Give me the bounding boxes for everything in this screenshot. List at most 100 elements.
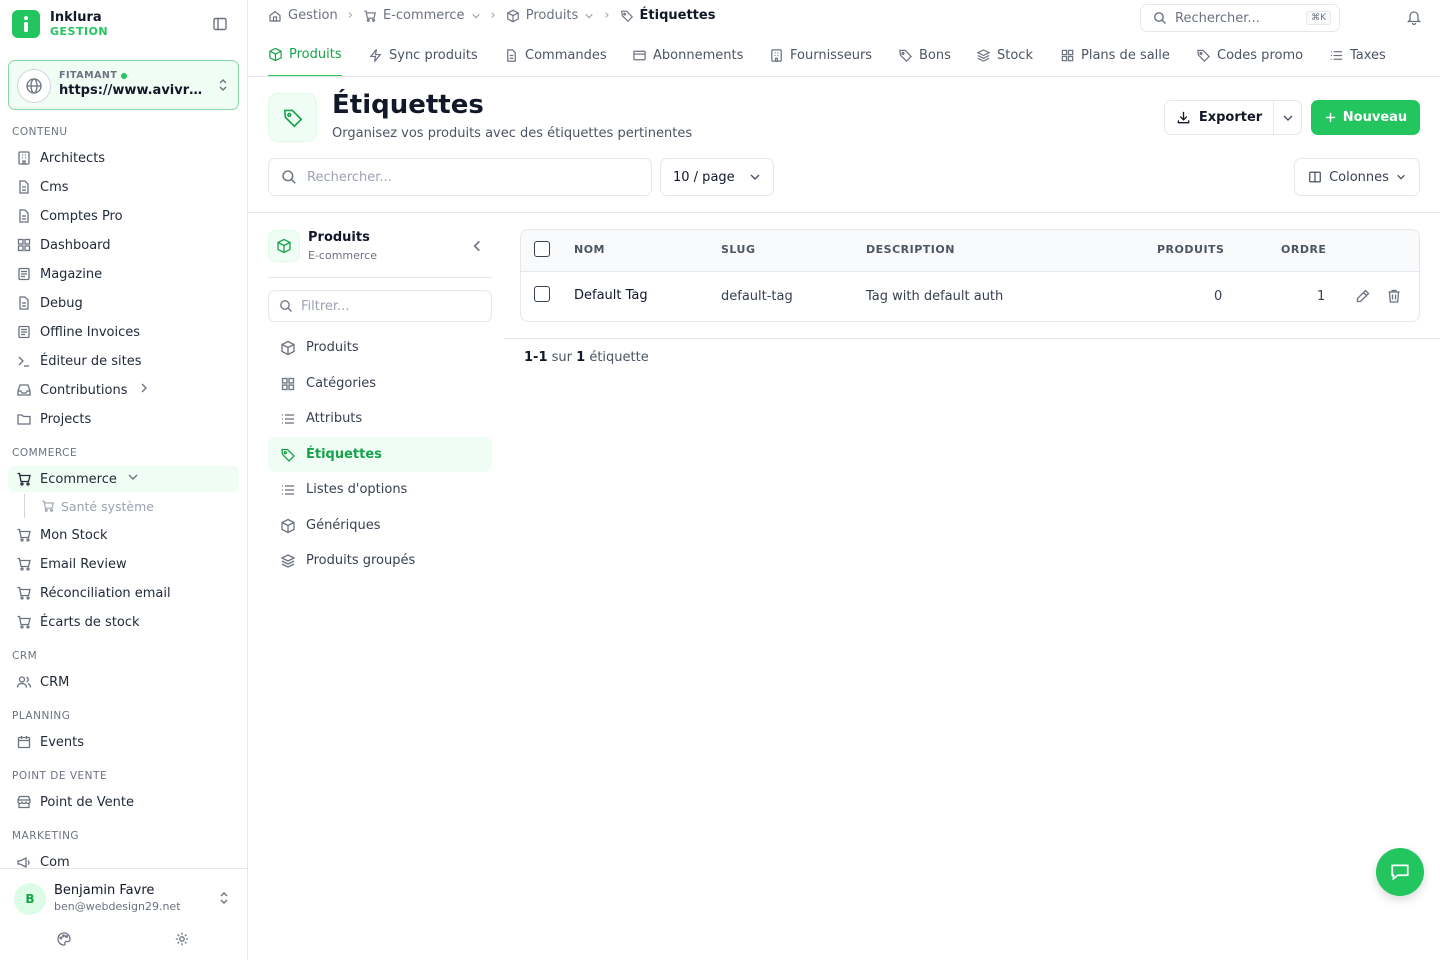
tab-label: Sync produits [389,48,478,63]
chevron-down-icon[interactable] [584,11,594,21]
columns-button[interactable]: Colonnes [1294,158,1420,196]
edit-icon[interactable] [1355,288,1371,308]
tab-stock[interactable]: Stock [976,34,1033,76]
file-icon [16,179,32,195]
chevron-down-icon[interactable] [471,11,481,21]
user-menu[interactable]: B Benjamin Favre ben@webdesign29.net [0,868,247,960]
column-header-produits[interactable]: PRODUITS [1157,243,1224,256]
chevron-left-icon[interactable] [470,239,484,253]
sidebar-item-dashboard[interactable]: Dashboard [8,232,239,258]
sidebar-item-label: Magazine [40,266,103,282]
sidebar-item-architects[interactable]: Architects [8,145,239,171]
sidebar-item-com[interactable]: Com [8,849,239,868]
breadcrumb-produits[interactable]: Produits [526,8,579,23]
search-input[interactable]: Rechercher... [268,158,652,196]
gear-icon[interactable] [174,931,190,947]
sidebar-item-reconciliation[interactable]: Réconciliation email [8,580,239,606]
site-selector[interactable]: FITAMANT https://www.avivre.fr [8,60,239,110]
search-icon [279,299,293,313]
search-icon [1153,11,1167,25]
tab-sync-produits[interactable]: Sync produits [368,34,478,76]
sidebar-item-cms[interactable]: Cms [8,174,239,200]
sidebar-item-contributions[interactable]: Contributions [8,377,239,403]
new-button[interactable]: Nouveau [1311,100,1420,135]
per-page-select[interactable]: 10 / page [660,158,774,196]
subnav-item-categories[interactable]: Catégories [268,366,492,401]
column-header-description[interactable]: DESCRIPTION [866,243,955,256]
column-header-nom[interactable]: NOM [574,243,605,256]
subnav-item-produits[interactable]: Produits [268,330,492,365]
subnav-item-produits-groupes[interactable]: Produits groupés [268,543,492,578]
sidebar-item-projects[interactable]: Projects [8,406,239,432]
select-all-checkbox[interactable] [534,241,550,257]
tab-label: Abonnements [653,48,744,63]
breadcrumb-gestion[interactable]: Gestion [288,8,338,23]
tab-bons[interactable]: Bons [898,34,951,76]
sidebar-item-point-de-vente[interactable]: Point de Vente [8,789,239,815]
tab-abonnements[interactable]: Abonnements [632,34,744,76]
tab-codes-promo[interactable]: Codes promo [1196,34,1304,76]
subnav-item-etiquettes[interactable]: Étiquettes [268,437,492,472]
chevron-right-icon: › [347,8,353,23]
column-header-slug[interactable]: SLUG [721,243,756,256]
export-button[interactable]: Exporter [1164,100,1274,135]
tab-produits[interactable]: Produits [268,34,342,76]
table-row[interactable]: Default Tag default-tag Tag with default… [521,272,1419,321]
tab-fournisseurs[interactable]: Fournisseurs [769,34,872,76]
subnav-item-label: Catégories [306,376,377,391]
shortcut-hint: ⌘K [1306,11,1331,25]
columns-label: Colonnes [1329,169,1389,185]
cell-slug: default-tag [721,289,793,304]
sidebar-item-comptes-pro[interactable]: Comptes Pro [8,203,239,229]
subnav-item-attributs[interactable]: Attributs [268,401,492,436]
global-search[interactable]: Rechercher... ⌘K [1140,4,1340,32]
tags-table: NOM SLUG DESCRIPTION PRODUITS ORDRE Defa… [520,229,1420,322]
row-checkbox[interactable] [534,286,550,302]
cell-name[interactable]: Default Tag [574,288,648,303]
sidebar: Inklura GESTION FITAMANT https://www.avi… [0,0,248,960]
sidebar-item-ecommerce[interactable]: Ecommerce [8,466,239,492]
trash-icon[interactable] [1386,288,1402,308]
bell-icon[interactable] [1406,9,1422,25]
sidebar-item-mon-stock[interactable]: Mon Stock [8,522,239,548]
plus-icon [1324,111,1337,124]
sidebar-item-editeur[interactable]: Éditeur de sites [8,348,239,374]
tab-commandes[interactable]: Commandes [504,34,607,76]
filter-placeholder: Filtrer... [301,298,350,314]
sidebar-item-label: Comptes Pro [40,208,123,224]
sidebar-item-events[interactable]: Events [8,729,239,755]
tab-label: Codes promo [1217,48,1304,63]
chat-icon[interactable] [1376,848,1424,896]
sidebar-item-label: Events [40,734,85,750]
sidebar-item-debug[interactable]: Debug [8,290,239,316]
subnav-item-generiques[interactable]: Génériques [268,508,492,543]
package-icon [280,340,296,356]
brand[interactable]: Inklura GESTION [12,10,108,38]
pagination-sur: sur [551,350,572,365]
subnav-item-listes-options[interactable]: Listes d'options [268,472,492,507]
sidebar-item-label: Point de Vente [40,794,135,810]
tab-taxes[interactable]: Taxes [1329,34,1386,76]
download-icon [1176,110,1191,125]
export-menu-button[interactable] [1273,100,1302,135]
subnav-item-label: Étiquettes [306,447,382,462]
sidebar-item-magazine[interactable]: Magazine [8,261,239,287]
sidebar-item-label: Architects [40,150,106,166]
sidebar-subitem-sante[interactable]: Santé système [24,494,234,518]
sidebar-item-email-review[interactable]: Email Review [8,551,239,577]
subnav-item-label: Attributs [306,411,363,426]
sidebar-item-label: Réconciliation email [40,585,171,601]
page-title: Étiquettes [332,90,484,120]
sidebar-item-offline-invoices[interactable]: Offline Invoices [8,319,239,345]
filter-input[interactable]: Filtrer... [268,290,492,322]
sidebar-item-ecarts[interactable]: Écarts de stock [8,609,239,635]
palette-icon[interactable] [56,931,72,947]
layers-icon [280,553,296,569]
sidebar-toggle-icon[interactable] [212,16,230,34]
tab-plans-de-salle[interactable]: Plans de salle [1060,34,1170,76]
breadcrumb-ecommerce[interactable]: E-commerce [383,8,465,23]
sidebar-item-crm[interactable]: CRM [8,669,239,695]
column-header-ordre[interactable]: ORDRE [1281,243,1326,256]
subnav-item-label: Listes d'options [306,482,408,497]
home-icon [268,9,282,23]
